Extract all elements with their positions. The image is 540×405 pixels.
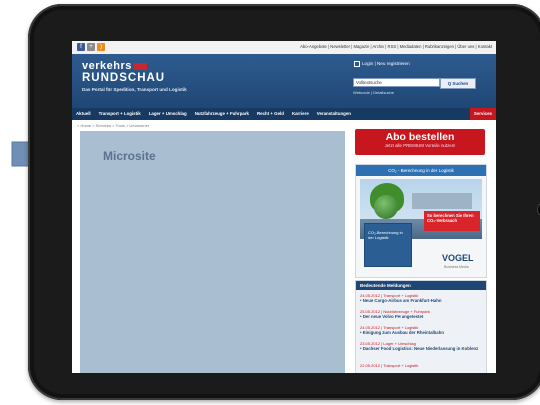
logo[interactable]: verkehrs — [82, 60, 147, 72]
nav-item-karriere[interactable]: Karriere — [288, 108, 313, 120]
site-header: verkehrs RUNDSCHAU Das Portal für Spedit… — [72, 54, 496, 108]
nav-item-veranstaltungen[interactable]: Veranstaltungen — [313, 108, 355, 120]
tablet-screen: f + ) Abo-Angebote | Newsletter | Magazi… — [72, 41, 496, 373]
news-title: • Der neue Volvo FH angetestet — [360, 314, 424, 319]
utility-bar: f + ) Abo-Angebote | Newsletter | Magazi… — [72, 41, 496, 55]
logo-line1: verkehrs — [82, 60, 132, 72]
nav-item-nutzfahrzeuge[interactable]: Nutzfahrzeuge + Fuhrpark — [191, 108, 253, 120]
news-header: Bedeutende Meldungen — [356, 281, 486, 290]
nav-item-lager[interactable]: Lager + Umschlag — [145, 108, 191, 120]
logo-mark-icon — [133, 62, 147, 70]
breadcrumb[interactable]: > Home > Services > Tools > Umrechner — [77, 123, 149, 128]
nav-item-aktuell[interactable]: Aktuell — [72, 108, 95, 120]
logo-line2: RUNDSCHAU — [82, 72, 166, 84]
lock-icon — [354, 61, 360, 67]
nav-item-transport[interactable]: Transport + Logistik — [95, 108, 145, 120]
promo-badge: So berechnen Sie Ihren CO₂-Verbrauch — [424, 211, 480, 231]
tagline: Das Portal für Spedition, Transport und … — [82, 87, 187, 92]
top-links[interactable]: Abo-Angebote | Newsletter | Magazin | Ar… — [300, 44, 492, 49]
co2-promo-banner[interactable]: CO₂ - Berechnung in der Logistik So bere… — [355, 164, 487, 278]
nav-item-services[interactable]: Services — [469, 108, 496, 120]
book-cover: CO₂-Berechnung in der Logistik — [364, 223, 412, 267]
truck-icon — [412, 193, 472, 209]
rss-icon[interactable]: ) — [97, 43, 105, 51]
globe-icon — [374, 195, 398, 219]
vogel-logo: VOGEL — [442, 253, 474, 263]
share-icon[interactable]: + — [87, 43, 95, 51]
microsite-area[interactable]: Microsite — [80, 131, 345, 373]
promo-header: CO₂ - Berechnung in der Logistik — [356, 165, 486, 176]
main-nav: Aktuell Transport + Logistik Lager + Ums… — [72, 108, 496, 120]
login-label: Login | Neu registrieren — [362, 61, 410, 67]
news-title: • Dachser Food Logistics: Neue Niederlas… — [360, 346, 479, 351]
news-title: • Einigung zum Ausbau der Rheintalbahn — [360, 330, 444, 335]
list-item[interactable]: 22.05.2012 | Transport + Logistik — [360, 363, 482, 368]
news-date: 22.05.2012 | Transport + Logistik — [360, 363, 419, 368]
nav-item-recht[interactable]: Recht + Geld — [253, 108, 288, 120]
search-sublinks[interactable]: Webcode | Detailsuche — [353, 90, 394, 95]
login-link[interactable]: Login | Neu registrieren — [354, 61, 410, 67]
vogel-subtitle: Business Media — [444, 265, 469, 269]
microsite-label: Microsite — [103, 149, 156, 163]
list-item[interactable]: 24.05.2012 | Transport + Logistik • Neue… — [360, 293, 482, 303]
search-button[interactable]: Q Suchen — [440, 78, 476, 89]
list-item[interactable]: 24.05.2012 | Transport + Logistik • Eini… — [360, 325, 482, 335]
book-label: CO₂-Berechnung in der Logistik — [368, 230, 403, 240]
social-icons: f + ) — [77, 43, 105, 51]
news-title: • Neue Cargo-Airbus am Frankfurt-Hahn — [360, 298, 442, 303]
search-input[interactable]: Volltextsuche — [353, 78, 440, 87]
abo-button[interactable]: Abo bestellen Jetzt alle PREMIUM Vorteil… — [355, 129, 485, 155]
news-box: Bedeutende Meldungen 24.05.2012 | Transp… — [355, 280, 487, 373]
facebook-icon[interactable]: f — [77, 43, 85, 51]
list-item[interactable]: 25.05.2012 | Nutzfahrzeuge + Fuhrpark • … — [360, 309, 482, 319]
list-item[interactable]: 23.05.2012 | Lager + Umschlag • Dachser … — [360, 341, 482, 351]
abo-title: Abo bestellen — [385, 131, 455, 143]
abo-subtitle: Jetzt alle PREMIUM Vorteile nutzen! — [384, 143, 456, 148]
